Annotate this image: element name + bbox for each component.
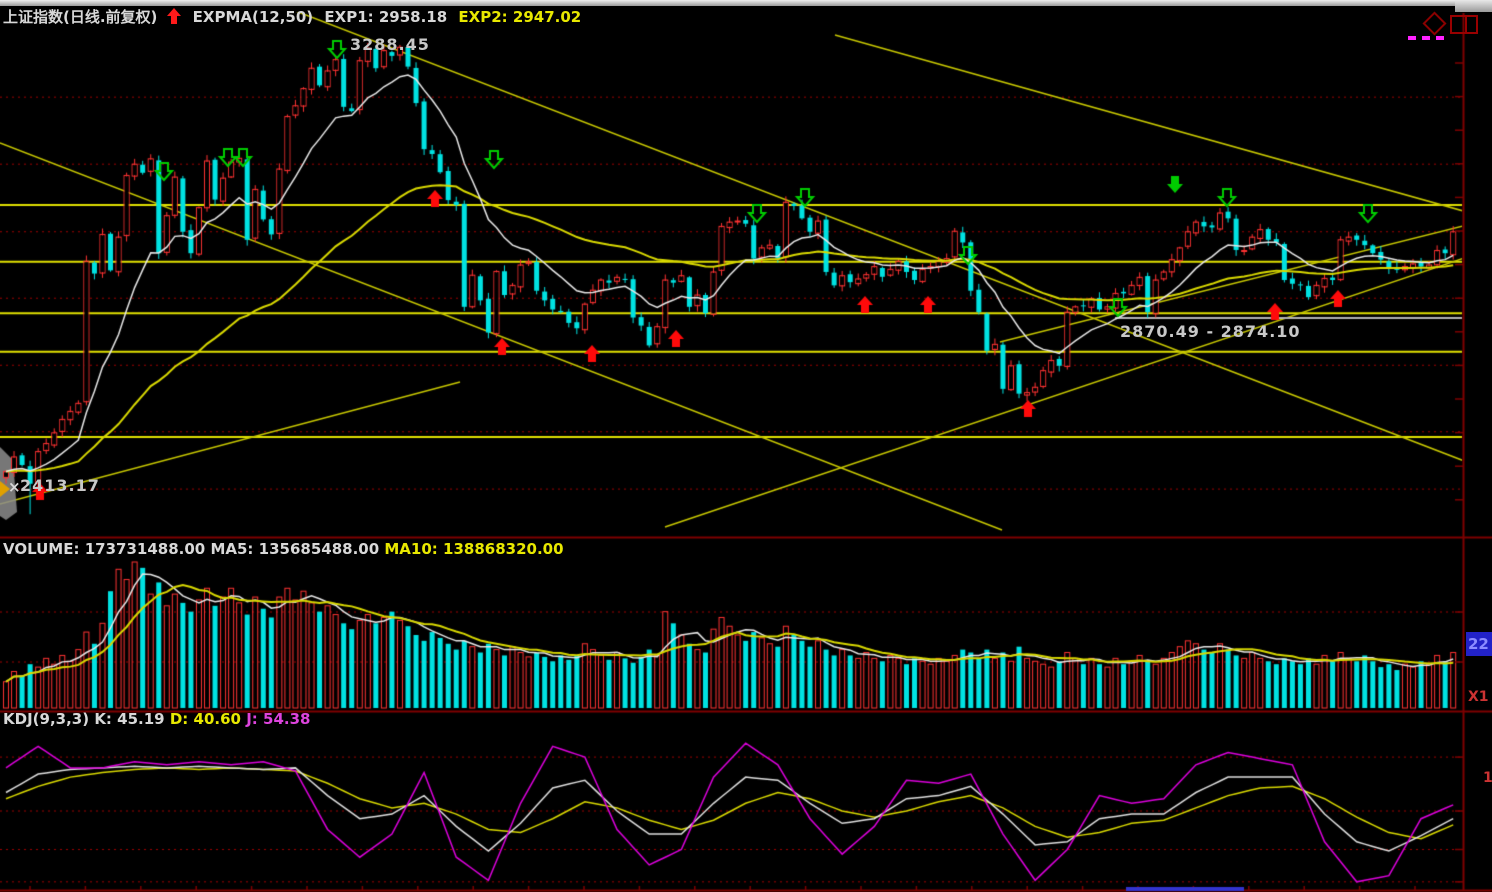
peak-price-label: 3288.45 — [350, 35, 430, 54]
kdj-name: KDJ(9,3,3) — [3, 710, 89, 728]
volume-axis-badge: 22 — [1466, 632, 1492, 656]
indicator-name: EXPMA(12,50) — [193, 8, 314, 26]
volume-header: VOLUME: 173731488.00 MA5: 135685488.00 M… — [3, 540, 564, 558]
kdj-j-value: J: 54.38 — [246, 710, 310, 728]
window-split-icon[interactable] — [1450, 15, 1478, 34]
kdj-d-value: D: 40.60 — [170, 710, 241, 728]
exp2-value: EXP2: 2947.02 — [458, 8, 581, 26]
main-chart-header: 上证指数(日线.前复权) EXPMA(12,50) EXP1: 2958.18 … — [3, 6, 587, 27]
low-price-label: 2413.17 — [20, 476, 100, 495]
drawing-anchor-cross: × — [8, 478, 21, 496]
chart-canvas[interactable] — [0, 0, 1492, 892]
kdj-header: KDJ(9,3,3) K: 45.19 D: 40.60 J: 54.38 — [3, 710, 310, 728]
volume-ma10-value: MA10: 138868320.00 — [384, 540, 563, 558]
symbol-title: 上证指数(日线.前复权) — [3, 8, 157, 26]
volume-value: VOLUME: 173731488.00 — [3, 540, 205, 558]
volume-ma5-value: MA5: 135685488.00 — [210, 540, 379, 558]
up-arrow-icon — [167, 8, 181, 24]
x1-axis-label: X1 — [1468, 689, 1489, 705]
kdj-axis-label: 1 — [1483, 770, 1492, 786]
gap-range-label: 2870.49 - 2874.10 — [1120, 322, 1301, 341]
exp1-value: EXP1: 2958.18 — [324, 8, 447, 26]
trading-terminal-window: 上证指数(日线.前复权) EXPMA(12,50) EXP1: 2958.18 … — [0, 0, 1492, 892]
magenta-dashed-marker — [1408, 36, 1444, 40]
kdj-k-value: K: 45.19 — [94, 710, 164, 728]
titlebar-corner — [1455, 0, 1492, 12]
